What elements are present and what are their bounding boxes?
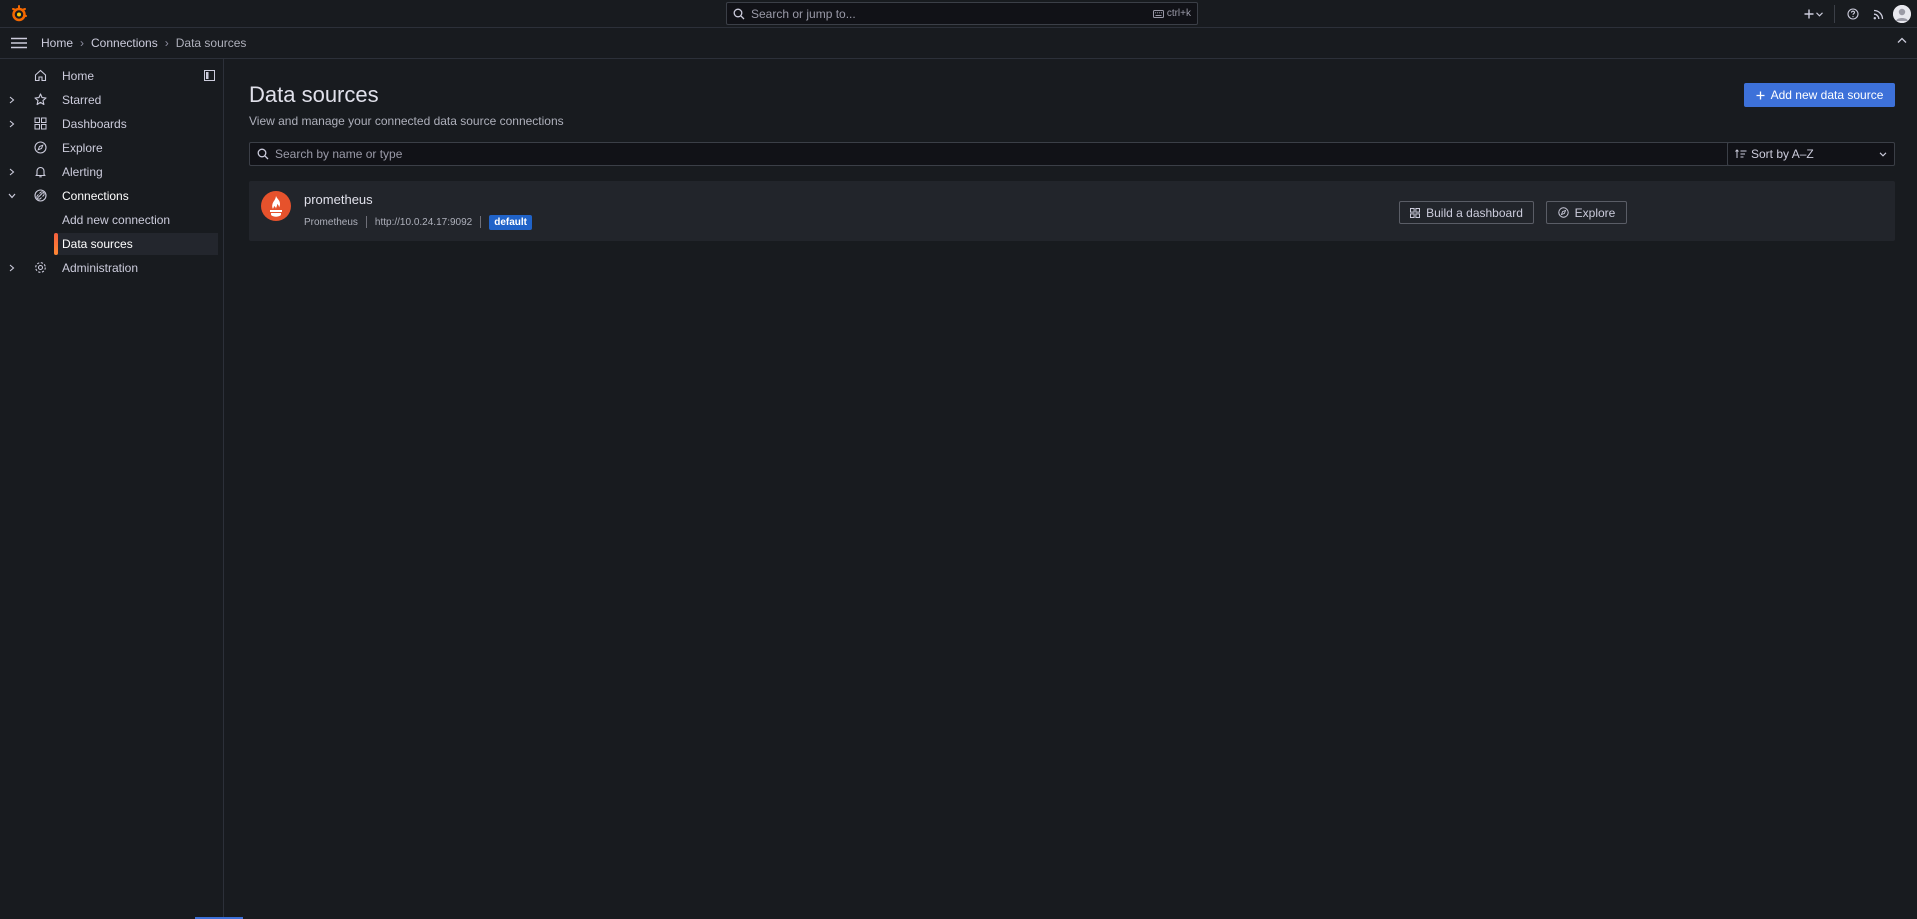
chevron-up-icon[interactable] bbox=[1897, 37, 1907, 44]
cog-icon bbox=[34, 261, 47, 274]
help-button[interactable] bbox=[1843, 4, 1863, 24]
sidebar-subitem-label: Data sources bbox=[62, 237, 133, 251]
sidebar-item-alerting[interactable]: Alerting bbox=[0, 161, 218, 183]
sort-value: Sort by A–Z bbox=[1751, 147, 1814, 161]
sidebar-item-explore[interactable]: Explore bbox=[0, 137, 218, 159]
chevron-down-icon[interactable] bbox=[8, 193, 16, 199]
add-button-label: Add new data source bbox=[1770, 88, 1884, 102]
datasource-card[interactable]: prometheus Prometheus http://10.0.24.17:… bbox=[249, 181, 1895, 241]
chevron-down-icon bbox=[1879, 151, 1887, 157]
sidebar-item-label: Starred bbox=[62, 93, 102, 107]
compass-icon bbox=[34, 141, 47, 154]
main-content: Data sources View and manage your connec… bbox=[224, 59, 1917, 919]
sidebar-item-label: Administration bbox=[62, 261, 139, 275]
sidebar-subitem-label: Add new connection bbox=[62, 213, 171, 227]
datasource-meta: Prometheus http://10.0.24.17:9092 defaul… bbox=[304, 213, 533, 231]
sidebar-subitem-data-sources[interactable]: Data sources bbox=[54, 233, 218, 255]
datasource-url: http://10.0.24.17:9092 bbox=[374, 216, 473, 228]
breadcrumb-separator: › bbox=[164, 36, 169, 50]
prometheus-logo-icon bbox=[261, 191, 291, 221]
sidebar-item-administration[interactable]: Administration bbox=[0, 257, 218, 279]
keyboard-shortcut: ctrl+k bbox=[1152, 8, 1191, 19]
sidebar-item-label: Alerting bbox=[62, 165, 103, 179]
explore-button[interactable]: Explore bbox=[1546, 201, 1627, 224]
datasource-type: Prometheus bbox=[304, 216, 358, 228]
link-icon bbox=[34, 189, 47, 202]
chevron-down-icon bbox=[1815, 11, 1823, 17]
sort-select[interactable]: Sort by A–Z bbox=[1727, 142, 1895, 166]
apps-grid-icon bbox=[1410, 207, 1421, 218]
sidebar-item-starred[interactable]: Starred bbox=[0, 89, 218, 111]
star-icon bbox=[34, 93, 47, 106]
global-search-input[interactable]: Search or jump to... ctrl+k bbox=[726, 2, 1198, 25]
help-icon bbox=[1847, 8, 1859, 20]
apps-grid-icon bbox=[34, 117, 47, 130]
bell-icon bbox=[34, 165, 47, 178]
chevron-right-icon[interactable] bbox=[9, 264, 15, 272]
build-dashboard-button[interactable]: Build a dashboard bbox=[1399, 201, 1534, 224]
divider bbox=[365, 216, 367, 228]
default-badge: default bbox=[489, 214, 533, 230]
sidebar-subitem-add-new-connection[interactable]: Add new connection bbox=[54, 209, 218, 231]
compass-icon bbox=[1557, 207, 1569, 218]
breadcrumb-separator: › bbox=[80, 36, 85, 50]
sort-icon bbox=[1735, 149, 1747, 159]
news-rss-icon bbox=[1873, 9, 1883, 19]
breadcrumb-bar: Home › Connections › Data sources bbox=[0, 28, 1917, 59]
chevron-right-icon[interactable] bbox=[9, 168, 15, 176]
datasource-search-field[interactable] bbox=[249, 142, 1736, 166]
shortcut-label: ctrl+k bbox=[1166, 8, 1191, 19]
home-icon bbox=[34, 69, 47, 82]
sidebar-item-dashboards[interactable]: Dashboards bbox=[0, 113, 218, 135]
breadcrumb-data-sources: Data sources bbox=[175, 36, 247, 50]
build-dashboard-label: Build a dashboard bbox=[1426, 205, 1523, 220]
sidebar-item-label: Connections bbox=[62, 189, 129, 203]
user-avatar[interactable] bbox=[1893, 5, 1911, 23]
breadcrumb: Home › Connections › Data sources bbox=[41, 36, 246, 50]
search-icon bbox=[733, 8, 745, 20]
chevron-right-icon[interactable] bbox=[9, 96, 15, 104]
top-right-actions bbox=[1800, 4, 1917, 24]
page-subtitle: View and manage your connected data sour… bbox=[249, 114, 564, 128]
explore-label: Explore bbox=[1574, 205, 1616, 220]
divider bbox=[480, 216, 482, 228]
chevron-right-icon[interactable] bbox=[9, 120, 15, 128]
breadcrumb-connections[interactable]: Connections bbox=[91, 36, 158, 50]
sidebar-item-label: Dashboards bbox=[62, 117, 127, 131]
sidebar: Home Starred Dashboards Explore Alerting… bbox=[0, 59, 224, 919]
sidebar-item-connections[interactable]: Connections bbox=[0, 185, 218, 207]
news-button[interactable] bbox=[1863, 4, 1893, 24]
plus-icon bbox=[1756, 91, 1765, 99]
datasource-search-input[interactable] bbox=[275, 147, 1675, 161]
keyboard-icon bbox=[1152, 9, 1164, 18]
sidebar-item-label: Home bbox=[62, 69, 95, 83]
menu-toggle-icon[interactable] bbox=[11, 37, 29, 49]
new-menu-button[interactable] bbox=[1800, 4, 1826, 24]
add-new-data-source-button[interactable]: Add new data source bbox=[1744, 83, 1895, 107]
datasource-name[interactable]: prometheus bbox=[304, 192, 373, 207]
search-placeholder: Search or jump to... bbox=[751, 6, 856, 21]
grafana-logo-icon[interactable] bbox=[10, 5, 28, 23]
divider bbox=[1834, 5, 1835, 23]
top-bar: Search or jump to... ctrl+k bbox=[0, 0, 1917, 28]
page-title: Data sources bbox=[249, 82, 379, 107]
sidebar-item-label: Explore bbox=[62, 141, 103, 155]
sidebar-item-home[interactable]: Home bbox=[0, 65, 218, 87]
search-icon bbox=[257, 148, 269, 160]
breadcrumb-home[interactable]: Home bbox=[41, 36, 73, 50]
plus-icon bbox=[1804, 9, 1813, 19]
